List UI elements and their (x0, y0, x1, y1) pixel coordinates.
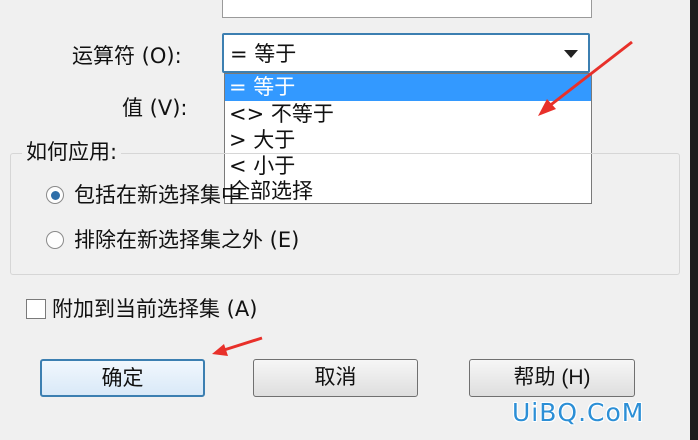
how-to-apply-legend: 如何应用: (22, 139, 122, 165)
help-button[interactable]: 帮助 (H) (469, 359, 635, 397)
include-radio-option[interactable]: 包括在新选择集中 (46, 182, 242, 208)
how-to-apply-group (10, 153, 680, 275)
window-frame-edge (690, 0, 698, 440)
quick-select-dialog: 运算符 (O): = 等于 值 (V): = 等于 <> 不等于 > 大于 < … (0, 0, 690, 440)
cancel-button[interactable]: 取消 (253, 359, 418, 397)
include-radio-label: 包括在新选择集中 (74, 183, 242, 207)
include-radio-button[interactable] (46, 186, 64, 204)
operator-combobox[interactable]: = 等于 (222, 33, 590, 73)
exclude-radio-button[interactable] (46, 231, 64, 249)
operator-selected-value: = 等于 (230, 42, 297, 66)
append-checkbox[interactable] (26, 299, 46, 319)
append-checkbox-label: 附加到当前选择集 (A) (52, 297, 258, 321)
exclude-radio-option[interactable]: 排除在新选择集之外 (E) (46, 227, 299, 253)
chevron-down-icon[interactable] (564, 50, 578, 58)
operator-label: 运算符 (O): (72, 44, 182, 68)
append-checkbox-option[interactable]: 附加到当前选择集 (A) (26, 296, 257, 322)
ok-button[interactable]: 确定 (40, 359, 205, 397)
value-label: 值 (V): (122, 96, 188, 120)
object-type-field[interactable] (222, 0, 592, 18)
site-watermark: UiBQ.CoM (512, 398, 645, 427)
option-not-equal[interactable]: <> 不等于 (225, 101, 591, 127)
exclude-radio-label: 排除在新选择集之外 (E) (74, 228, 300, 252)
option-greater-than[interactable]: > 大于 (225, 127, 591, 153)
option-equal[interactable]: = 等于 (225, 74, 591, 101)
